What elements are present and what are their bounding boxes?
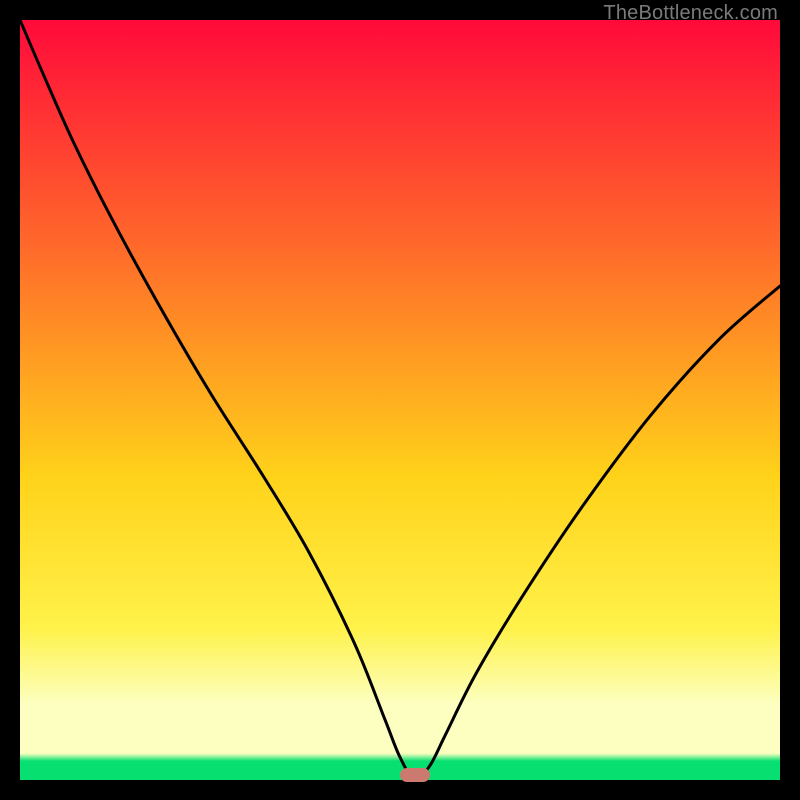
optimal-point-marker [400,768,430,782]
bottleneck-curve [20,20,780,780]
chart-frame: TheBottleneck.com [0,0,800,800]
plot-area [20,20,780,780]
watermark-text: TheBottleneck.com [603,2,778,25]
